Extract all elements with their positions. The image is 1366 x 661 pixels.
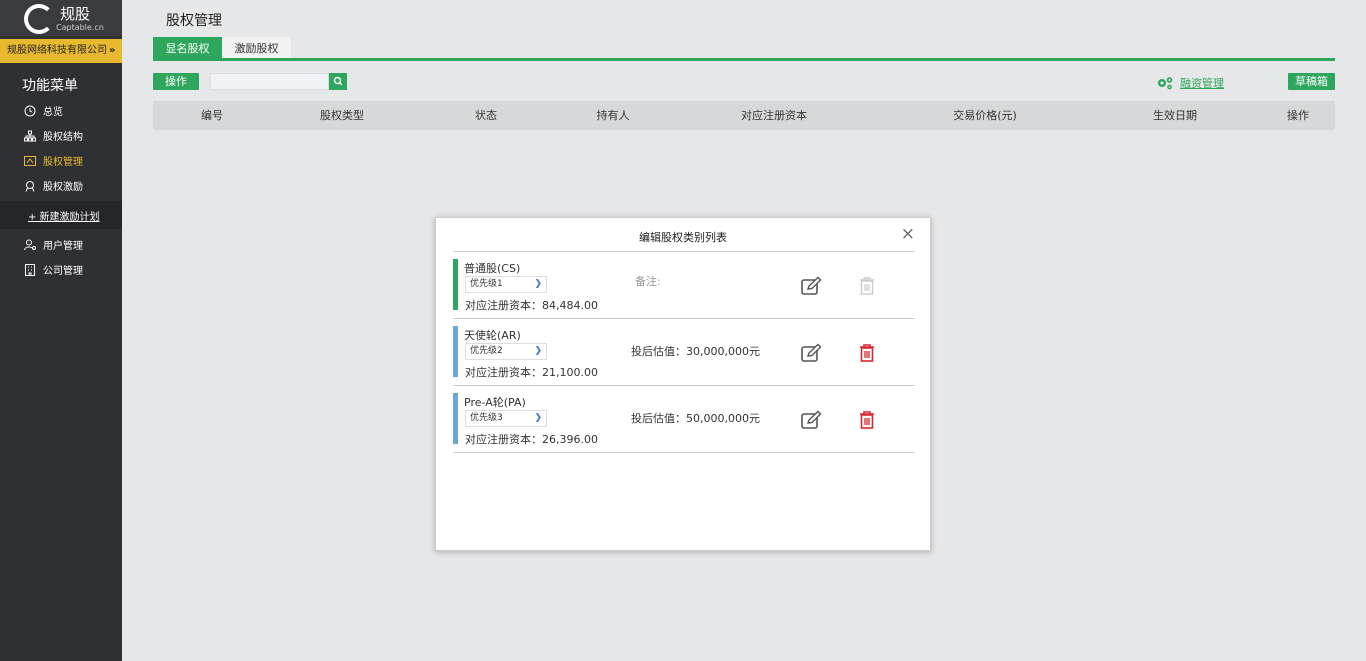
double-chevron-right-icon: » xyxy=(109,45,116,56)
clock-icon xyxy=(24,105,36,116)
top-header xyxy=(122,0,1366,36)
delete-button-disabled xyxy=(859,276,875,296)
tab-bar: 显名股权 激励股权 xyxy=(153,37,1335,61)
equity-table-header: 编号 股权类型 状态 持有人 对应注册资本 交易价格(元) 生效日期 操作 xyxy=(153,101,1335,130)
sidebar-item-equity-management[interactable]: 股权管理 xyxy=(0,148,122,173)
priority-value: 优先级3 xyxy=(470,413,503,423)
equity-class-row: Pre-A轮(PA) 优先级3 ❯ 对应注册资本：26,396.00 投后估值：5… xyxy=(453,386,915,453)
row-color-bar xyxy=(453,326,458,377)
edit-icon xyxy=(801,276,822,295)
column-header-effective-date: 生效日期 xyxy=(1153,109,1197,122)
edit-button[interactable] xyxy=(801,410,823,430)
page-title: 股权管理 xyxy=(166,13,222,29)
logo-g-icon xyxy=(24,4,54,34)
edit-icon xyxy=(801,343,822,362)
action-button[interactable]: 操作 xyxy=(153,73,199,90)
modal-title: 编辑股权类别列表 xyxy=(639,231,727,244)
equity-class-row: 普通股(CS) 优先级1 ❯ 对应注册资本：84,484.00 备注: xyxy=(453,252,915,319)
sidebar-item-company-management[interactable]: 公司管理 xyxy=(0,257,122,282)
registered-capital: 对应注册资本：21,100.00 xyxy=(465,366,598,379)
delete-button[interactable] xyxy=(859,343,875,363)
priority-select[interactable]: 优先级2 ❯ xyxy=(465,343,547,360)
registered-capital: 对应注册资本：26,396.00 xyxy=(465,433,598,446)
building-icon xyxy=(25,263,35,276)
sidebar-item-label: 总览 xyxy=(43,107,63,118)
search-icon xyxy=(333,76,343,86)
company-name: 规股网络科技有限公司 xyxy=(7,45,107,56)
sidebar-item-user-management[interactable]: 用户管理 xyxy=(0,232,122,257)
sidebar-item-label: 股权管理 xyxy=(43,157,83,168)
column-header-holder: 持有人 xyxy=(596,109,630,122)
row-color-bar xyxy=(453,259,458,310)
sidebar-item-equity-incentive[interactable]: 股权激励 xyxy=(0,173,122,198)
sidebar-menu: 总览 股权结构 股权管理 股权激励 + 新建激励计划 用户管理 公司管理 xyxy=(0,98,122,282)
sidebar-item-overview[interactable]: 总览 xyxy=(0,98,122,123)
sidebar-item-new-incentive-plan[interactable]: + 新建激励计划 xyxy=(0,201,122,229)
logo-subtext: Captable.cn xyxy=(56,23,104,32)
logo[interactable]: 规股 Captable.cn xyxy=(0,0,142,36)
sidebar-item-label: 股权激励 xyxy=(43,182,83,193)
search-input[interactable] xyxy=(210,73,329,90)
column-header-id: 编号 xyxy=(201,109,223,122)
tab-incentive-equity[interactable]: 激励股权 xyxy=(222,37,291,60)
company-switcher[interactable]: 规股网络科技有限公司» xyxy=(0,39,122,63)
column-header-registered-capital: 对应注册资本 xyxy=(741,109,807,122)
column-header-price: 交易价格(元) xyxy=(953,109,1017,122)
sidebar-item-label: 用户管理 xyxy=(43,241,83,252)
award-icon xyxy=(25,180,35,192)
chevron-down-icon: ❯ xyxy=(534,413,542,423)
row-color-bar xyxy=(453,393,458,444)
priority-value: 优先级1 xyxy=(470,279,503,289)
chevron-down-icon: ❯ xyxy=(534,346,542,356)
delete-button[interactable] xyxy=(859,410,875,430)
finance-management-link[interactable]: 融资管理 xyxy=(1156,75,1224,91)
tab-underline xyxy=(153,58,1335,61)
org-chart-icon xyxy=(24,130,36,141)
gears-icon xyxy=(1158,77,1173,90)
priority-select[interactable]: 优先级1 ❯ xyxy=(465,276,547,293)
user-settings-icon xyxy=(24,239,36,250)
tab-registered-equity[interactable]: 显名股权 xyxy=(153,37,222,60)
finance-management-label: 融资管理 xyxy=(1180,77,1224,90)
registered-capital: 对应注册资本：84,484.00 xyxy=(465,299,598,312)
note-label: 备注: xyxy=(635,275,661,288)
equity-icon xyxy=(24,155,36,166)
post-money-valuation: 投后估值：30,000,000元 xyxy=(631,345,760,358)
search-button[interactable] xyxy=(329,73,347,90)
edit-button[interactable] xyxy=(801,276,823,296)
logo-text: 规股 xyxy=(60,5,91,23)
chevron-down-icon: ❯ xyxy=(534,279,542,289)
edit-icon xyxy=(801,410,822,429)
column-header-type: 股权类型 xyxy=(320,109,364,122)
priority-value: 优先级2 xyxy=(470,346,503,356)
trash-icon xyxy=(860,411,874,429)
sidebar-item-label: + 新建激励计划 xyxy=(28,211,100,223)
sidebar-item-label: 公司管理 xyxy=(43,266,83,277)
equity-class-name: Pre-A轮(PA) xyxy=(464,396,526,409)
sidebar-item-label: 股权结构 xyxy=(43,132,83,143)
divider xyxy=(453,452,915,453)
equity-class-row: 天使轮(AR) 优先级2 ❯ 对应注册资本：21,100.00 投后估值：30,0… xyxy=(453,319,915,386)
column-header-status: 状态 xyxy=(475,109,497,122)
drafts-button[interactable]: 草稿箱 xyxy=(1288,73,1335,90)
trash-icon xyxy=(860,344,874,362)
sidebar: 规股 Captable.cn 规股网络科技有限公司» 功能菜单 总览 股权结构 … xyxy=(0,0,142,661)
column-header-actions: 操作 xyxy=(1287,109,1309,122)
edit-button[interactable] xyxy=(801,343,823,363)
post-money-valuation: 投后估值：50,000,000元 xyxy=(631,412,760,425)
equity-class-name: 天使轮(AR) xyxy=(464,329,521,342)
trash-icon xyxy=(860,277,874,295)
menu-title: 功能菜单 xyxy=(22,78,78,94)
priority-select[interactable]: 优先级3 ❯ xyxy=(465,410,547,427)
sidebar-item-equity-structure[interactable]: 股权结构 xyxy=(0,123,122,148)
edit-equity-class-modal: 编辑股权类别列表 × 普通股(CS) 优先级1 ❯ 对应注册资本：84,484.0… xyxy=(435,217,931,551)
close-icon[interactable]: × xyxy=(901,226,915,243)
equity-class-name: 普通股(CS) xyxy=(464,262,521,275)
